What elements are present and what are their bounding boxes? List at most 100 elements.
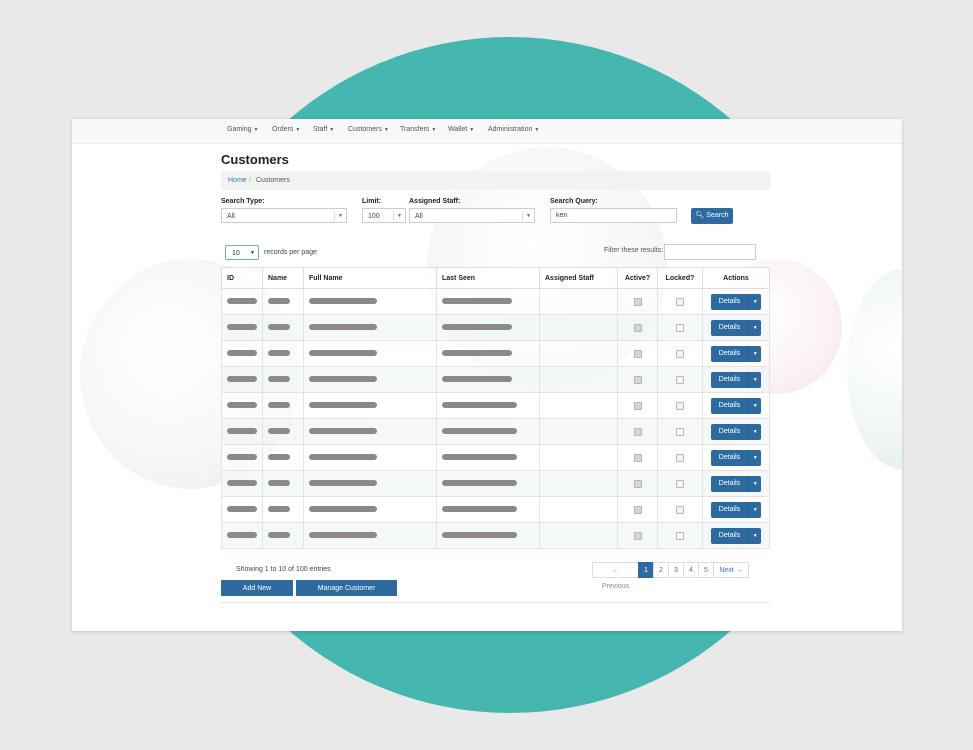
details-dropdown-toggle[interactable]: ▼	[748, 501, 762, 518]
column-header-assigned-staff[interactable]: Assigned Staff	[539, 267, 618, 289]
details-dropdown-toggle[interactable]: ▼	[748, 449, 762, 466]
assigned-staff-value: All	[415, 213, 423, 220]
pagination-page-5[interactable]: 5	[698, 562, 714, 578]
locked-cell	[657, 288, 703, 315]
redacted-value	[227, 376, 257, 383]
showing-entries-text: Showing 1 to 10 of 100 entries	[236, 566, 331, 573]
manage-customer-questions-button[interactable]: Manage Customer Questions	[296, 580, 397, 608]
pagination-page-4[interactable]: 4	[683, 562, 699, 578]
redacted-value	[268, 428, 290, 435]
active-cell	[617, 496, 658, 523]
table-row: Details ▼	[221, 470, 770, 497]
column-header-locked[interactable]: Locked?	[657, 267, 703, 289]
locked-checkbox	[676, 505, 684, 514]
column-header-full-name[interactable]: Full Name	[303, 267, 437, 289]
table-row: Details ▼	[221, 444, 770, 471]
chevron-down-icon: ▼	[752, 506, 758, 513]
active-cell	[617, 470, 658, 497]
assigned-staff-cell	[539, 340, 618, 367]
redacted-value	[309, 350, 377, 357]
details-dropdown-toggle[interactable]: ▼	[748, 319, 762, 336]
search-button[interactable]: 🔍︎ Search	[691, 208, 733, 224]
nav-gaming[interactable]: Gaming ▼	[227, 126, 258, 133]
details-dropdown-toggle[interactable]: ▼	[748, 397, 762, 414]
add-new-customer-button[interactable]: Add New Customer	[221, 580, 293, 608]
details-button[interactable]: Details	[710, 475, 749, 492]
name-cell	[262, 288, 304, 315]
chevron-down-icon: ▼	[431, 127, 437, 133]
pagination-page-1[interactable]: 1	[638, 562, 654, 578]
name-cell	[262, 444, 304, 471]
nav-staff[interactable]: Staff ▼	[313, 126, 334, 133]
redacted-value	[309, 402, 377, 409]
redacted-value	[227, 480, 257, 487]
details-button[interactable]: Details	[710, 345, 749, 362]
details-dropdown-toggle[interactable]: ▼	[748, 527, 762, 544]
search-query-input[interactable]	[550, 208, 677, 223]
nav-customers[interactable]: Customers ▼	[348, 126, 389, 133]
nav-orders[interactable]: Orders ▼	[272, 126, 300, 133]
last-seen-cell	[436, 470, 540, 497]
details-button[interactable]: Details	[710, 397, 749, 414]
details-button[interactable]: Details	[710, 319, 749, 336]
limit-label: Limit:	[362, 198, 382, 205]
nav-transfers[interactable]: Transfers ▼	[400, 126, 436, 133]
details-button[interactable]: Details	[710, 501, 749, 518]
redacted-value	[442, 376, 512, 383]
redacted-value	[227, 454, 257, 461]
top-navbar: Gaming ▼ Orders ▼ Staff ▼ Customers ▼ Transf…	[72, 119, 902, 144]
select-divider	[334, 211, 335, 221]
redacted-value	[227, 350, 257, 357]
search-type-label: Search Type:	[221, 198, 265, 205]
table-row: Details ▼	[221, 340, 770, 367]
limit-select[interactable]: 100 ▼	[362, 208, 406, 223]
table-row: Details ▼	[221, 522, 770, 549]
nav-administration[interactable]: Administration ▼	[488, 126, 539, 133]
pagination-page-2[interactable]: 2	[653, 562, 669, 578]
last-seen-cell	[436, 522, 540, 549]
search-button-label: Search	[706, 212, 729, 219]
details-button[interactable]: Details	[710, 449, 749, 466]
full-name-cell	[303, 444, 437, 471]
locked-cell	[657, 522, 703, 549]
locked-cell	[657, 366, 703, 393]
assigned-staff-select[interactable]: All ▼	[409, 208, 535, 223]
actions-cell: Details ▼	[702, 418, 770, 445]
table-row: Details ▼	[221, 418, 770, 445]
column-header-last-seen[interactable]: Last Seen	[436, 267, 540, 289]
active-checkbox	[633, 505, 642, 514]
column-header-id[interactable]: ID	[221, 267, 263, 289]
assigned-staff-cell	[539, 288, 618, 315]
details-dropdown-toggle[interactable]: ▼	[748, 371, 762, 388]
chevron-down-icon: ▼	[752, 376, 758, 383]
locked-checkbox	[676, 531, 684, 540]
pagination-page-3[interactable]: 3	[668, 562, 684, 578]
assigned-staff-label: Assigned Staff:	[409, 198, 461, 205]
column-header-name[interactable]: Name	[262, 267, 304, 289]
details-dropdown-toggle[interactable]: ▼	[748, 423, 762, 440]
active-cell	[617, 418, 658, 445]
breadcrumb-home-link[interactable]: Home	[228, 171, 247, 190]
redacted-value	[309, 454, 377, 461]
details-dropdown-toggle[interactable]: ▼	[748, 345, 762, 362]
records-per-page-select[interactable]: 10 ▼	[225, 245, 259, 260]
redacted-value	[227, 402, 257, 409]
details-button[interactable]: Details	[710, 423, 749, 440]
name-cell	[262, 392, 304, 419]
details-dropdown-toggle[interactable]: ▼	[748, 293, 762, 310]
actions-cell: Details ▼	[702, 288, 770, 315]
details-button[interactable]: Details	[710, 371, 749, 388]
search-type-select[interactable]: All ▼	[221, 208, 347, 223]
column-header-active[interactable]: Active?	[617, 267, 658, 289]
locked-checkbox	[676, 323, 684, 332]
pagination-next[interactable]: Next →	[713, 562, 749, 578]
filter-results-input[interactable]	[664, 244, 756, 260]
chevron-down-icon: ▼	[338, 213, 343, 219]
details-button[interactable]: Details	[710, 293, 749, 310]
details-dropdown-toggle[interactable]: ▼	[748, 475, 762, 492]
active-cell	[617, 314, 658, 341]
full-name-cell	[303, 522, 437, 549]
details-button[interactable]: Details	[710, 527, 749, 544]
pagination-previous[interactable]: ← Previous	[592, 562, 639, 590]
nav-wallet[interactable]: Wallet ▼	[448, 126, 474, 133]
